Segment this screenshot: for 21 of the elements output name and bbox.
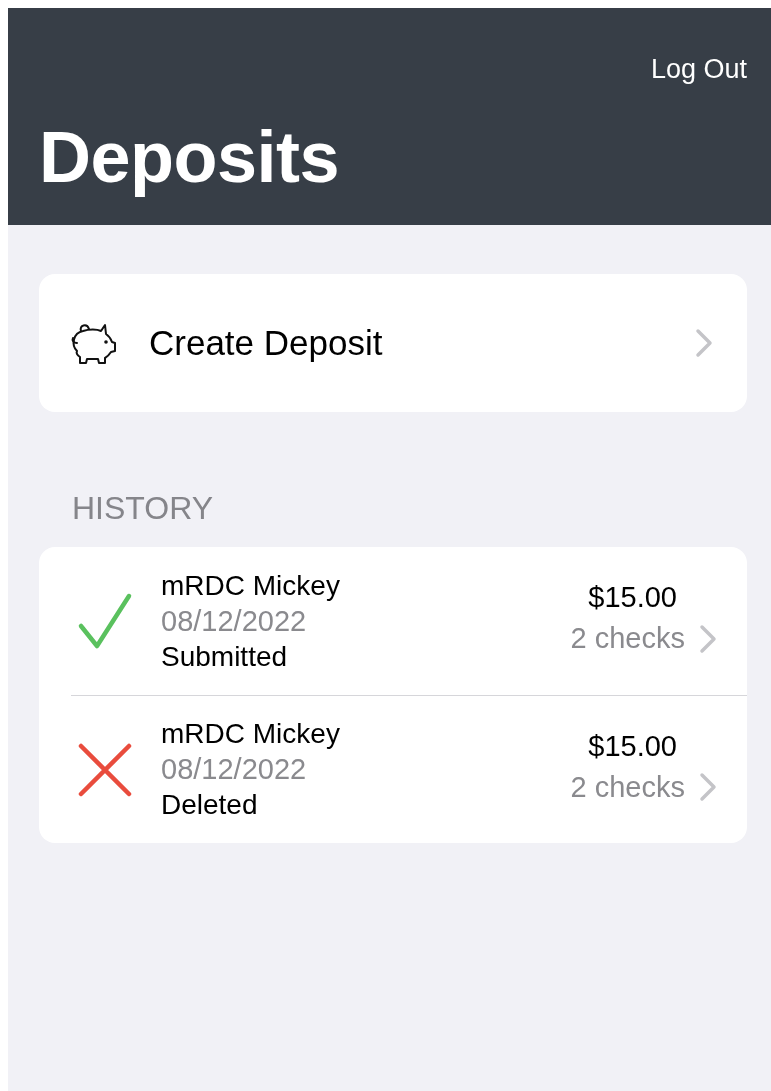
section-heading: HISTORY	[72, 490, 215, 527]
check-count: 2 checks	[570, 770, 685, 804]
piggy-bank-icon	[69, 321, 117, 365]
deposit-status: Deleted	[161, 789, 259, 821]
deposit-amount: $15.00	[588, 729, 677, 763]
deposit-name: mRDC Mickey	[161, 569, 341, 602]
check-count: 2 checks	[570, 622, 685, 655]
deposit-name: mRDC Mickey	[161, 718, 341, 750]
chevron-icon	[699, 623, 717, 654]
chevron-icon	[695, 328, 713, 358]
deposit-date: 08/12/2022	[161, 753, 308, 786]
checkmark-icon	[77, 592, 133, 650]
deposit-date: 08/12/2022	[161, 604, 308, 638]
deposit-status: Submitted	[161, 640, 289, 673]
log-out-link[interactable]: Log Out	[650, 54, 747, 85]
deposit-amount: $15.00	[588, 581, 677, 614]
chevron-icon	[699, 772, 717, 802]
deposit-row[interactable]: mRDC Mickey 08/12/2022 Submitted $15.00 2 checks	[39, 547, 747, 695]
deposit-row[interactable]: mRDC Mickey 08/12/2022 Deleted $15.00 2 checks	[71, 695, 747, 843]
cross-icon	[77, 742, 133, 797]
create-deposit-button[interactable]: Create Deposit	[39, 274, 747, 412]
